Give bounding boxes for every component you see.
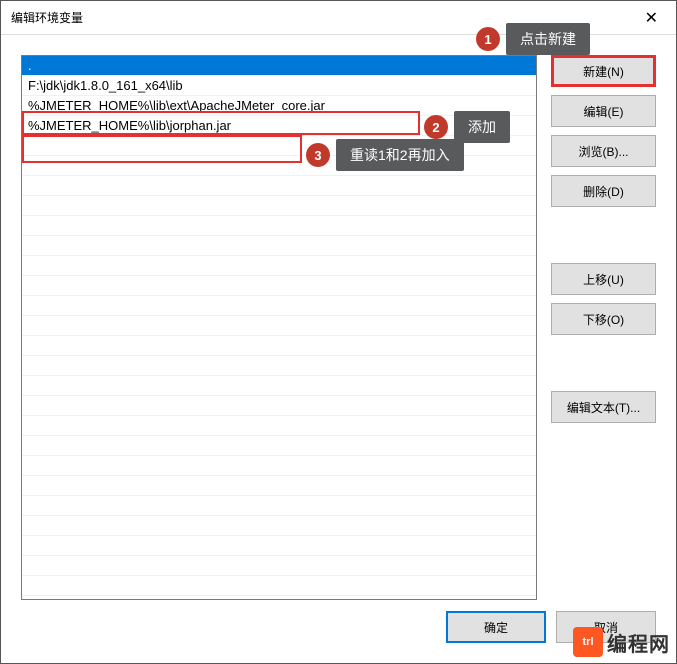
- list-item[interactable]: .: [22, 56, 536, 76]
- empty-row: [22, 356, 536, 376]
- empty-row: [22, 476, 536, 496]
- spacer: [551, 343, 656, 383]
- note-1: 点击新建: [506, 23, 590, 55]
- annotation-1: 1 点击新建: [476, 23, 590, 55]
- spacer: [551, 215, 656, 255]
- empty-row: [22, 196, 536, 216]
- list-item[interactable]: F:\jdk\jdk1.8.0_161_x64\lib: [22, 76, 536, 96]
- empty-row: [22, 276, 536, 296]
- edit-button[interactable]: 编辑(E): [551, 95, 656, 127]
- watermark-logo: trl 编程网: [573, 627, 670, 657]
- note-3: 重读1和2再加入: [336, 139, 464, 171]
- empty-row: [22, 376, 536, 396]
- empty-row: [22, 236, 536, 256]
- logo-text: 编程网: [607, 628, 670, 657]
- dialog-window: 编辑环境变量 ✕ . F:\jdk\jdk1.8.0_161_x64\lib %…: [0, 0, 677, 664]
- content-area: . F:\jdk\jdk1.8.0_161_x64\lib %JMETER_HO…: [1, 35, 676, 663]
- empty-row: [22, 436, 536, 456]
- empty-row: [22, 296, 536, 316]
- movedown-button[interactable]: 下移(O): [551, 303, 656, 335]
- empty-row: [22, 176, 536, 196]
- badge-3: 3: [306, 143, 330, 167]
- empty-row: [22, 256, 536, 276]
- annotation-3: 3 重读1和2再加入: [306, 139, 464, 171]
- new-button[interactable]: 新建(N): [551, 55, 656, 87]
- side-buttons: 新建(N) 编辑(E) 浏览(B)... 删除(D) 上移(U) 下移(O) 编…: [551, 55, 656, 600]
- delete-button[interactable]: 删除(D): [551, 175, 656, 207]
- dialog-title: 编辑环境变量: [11, 9, 83, 26]
- browse-button[interactable]: 浏览(B)...: [551, 135, 656, 167]
- ok-button[interactable]: 确定: [446, 611, 546, 643]
- empty-row: [22, 396, 536, 416]
- logo-icon: trl: [573, 627, 603, 657]
- empty-row: [22, 456, 536, 476]
- empty-row: [22, 556, 536, 576]
- empty-row: [22, 216, 536, 236]
- empty-row: [22, 576, 536, 596]
- close-icon[interactable]: ✕: [635, 6, 668, 30]
- empty-row: [22, 536, 536, 556]
- empty-row: [22, 416, 536, 436]
- badge-2: 2: [424, 115, 448, 139]
- empty-row: [22, 336, 536, 356]
- edittext-button[interactable]: 编辑文本(T)...: [551, 391, 656, 423]
- empty-row: [22, 516, 536, 536]
- moveup-button[interactable]: 上移(U): [551, 263, 656, 295]
- empty-row: [22, 316, 536, 336]
- main-area: . F:\jdk\jdk1.8.0_161_x64\lib %JMETER_HO…: [21, 55, 656, 600]
- badge-1: 1: [476, 27, 500, 51]
- empty-row: [22, 496, 536, 516]
